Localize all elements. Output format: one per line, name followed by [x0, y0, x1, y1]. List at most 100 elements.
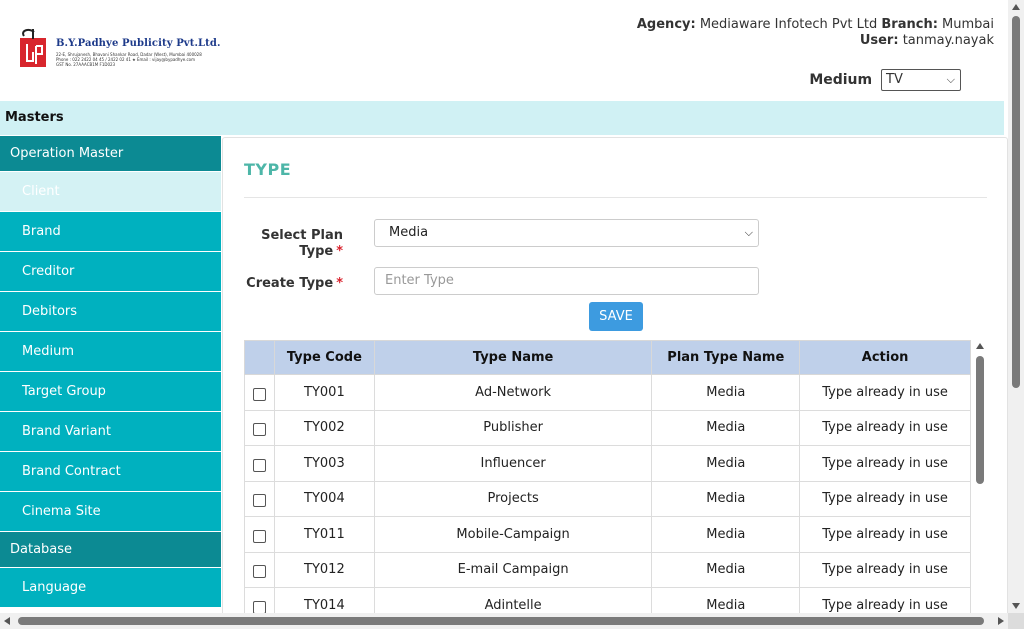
action-cell: Type already in use: [799, 516, 971, 553]
header: B.Y.Padhye Publicity Pvt.Ltd. 22-E, Shru…: [0, 0, 1008, 100]
column-header-type-code[interactable]: Type Code: [273, 340, 375, 375]
table-scrollbar[interactable]: [973, 340, 988, 616]
sidebar-item-brand[interactable]: Brand: [0, 212, 221, 252]
sidebar-section-operation-master[interactable]: Operation Master: [0, 136, 221, 172]
type-code-cell: TY001: [273, 374, 375, 411]
logo-company-name: B.Y.Padhye Publicity Pvt.Ltd.: [56, 38, 221, 49]
sidebar-item-medium[interactable]: Medium: [0, 332, 221, 372]
column-header-action[interactable]: Action: [799, 340, 971, 375]
row-checkbox[interactable]: [252, 387, 266, 401]
row-checkbox[interactable]: [252, 494, 266, 508]
save-button[interactable]: SAVE: [589, 302, 643, 331]
sidebar: Operation Master Client Brand Creditor D…: [0, 136, 221, 614]
branch-value: Mumbai: [942, 17, 994, 32]
action-cell: Type already in use: [799, 480, 971, 517]
column-header-plan-type-name[interactable]: Plan Type Name: [651, 340, 801, 375]
medium-select-value: TV: [886, 72, 903, 87]
type-code-cell: TY004: [273, 480, 375, 517]
row-checkbox[interactable]: [252, 458, 266, 472]
create-type-label: Create Type *: [243, 276, 343, 292]
table-row: TY011 Mobile-Campaign Media Type already…: [244, 516, 971, 553]
vertical-scrollbar-thumb[interactable]: [1012, 16, 1020, 388]
scroll-up-icon[interactable]: [1012, 4, 1020, 10]
page: B.Y.Padhye Publicity Pvt.Ltd. 22-E, Shru…: [0, 0, 1024, 629]
plan-type-select[interactable]: Media ⌵: [374, 219, 759, 247]
medium-select[interactable]: TV ⌵: [881, 69, 961, 91]
table-row: TY002 Publisher Media Type already in us…: [244, 409, 971, 446]
sidebar-item-target-group[interactable]: Target Group: [0, 372, 221, 412]
table-header-row: Type Code Type Name Plan Type Name Actio…: [244, 340, 971, 375]
agency-value: Mediaware Infotech Pvt Ltd: [699, 17, 878, 32]
scroll-right-icon[interactable]: [998, 617, 1004, 625]
sidebar-item-cinema-site[interactable]: Cinema Site: [0, 492, 221, 532]
type-code-cell: TY003: [273, 445, 375, 482]
page-title: TYPE: [244, 160, 292, 179]
title-divider: [244, 197, 987, 198]
user-value: tanmay.nayak: [902, 33, 994, 48]
action-cell: Type already in use: [799, 445, 971, 482]
action-cell: Type already in use: [799, 409, 971, 446]
agency-label: Agency:: [636, 17, 696, 32]
main-panel: TYPE Select Plan Type * Media ⌵ Create Ty…: [222, 137, 1008, 617]
sidebar-item-creditor[interactable]: Creditor: [0, 252, 221, 292]
table-row: TY001 Ad-Network Media Type already in u…: [244, 374, 971, 411]
medium-selector: Medium TV ⌵: [809, 69, 961, 91]
row-checkbox[interactable]: [252, 600, 266, 614]
table-row: TY004 Projects Media Type already in use: [244, 480, 971, 517]
table-scrollbar-thumb[interactable]: [976, 356, 984, 484]
plan-type-cell: Media: [651, 551, 801, 588]
row-checkbox[interactable]: [252, 565, 266, 579]
action-cell: Type already in use: [799, 374, 971, 411]
horizontal-scrollbar-thumb[interactable]: [18, 617, 984, 625]
type-name-cell: Publisher: [373, 409, 653, 446]
create-type-label-text: Create Type: [246, 276, 334, 291]
medium-label: Medium: [809, 72, 873, 88]
logo-gst: GST No. 27AAACB1M F1D023: [56, 62, 116, 67]
sidebar-item-brand-contract[interactable]: Brand Contract: [0, 452, 221, 492]
sidebar-item-client[interactable]: Client: [0, 172, 221, 212]
type-code-cell: TY012: [273, 551, 375, 588]
logo-mark-icon: [20, 28, 46, 67]
type-name-cell: Projects: [373, 480, 653, 517]
plan-type-cell: Media: [651, 516, 801, 553]
row-checkbox[interactable]: [252, 423, 266, 437]
select-plan-type-label: Select Plan Type *: [243, 228, 343, 260]
agency-info: Agency: Mediaware Infotech Pvt Ltd Branc…: [637, 17, 994, 49]
table-row: TY012 E-mail Campaign Media Type already…: [244, 551, 971, 588]
plan-type-cell: Media: [651, 480, 801, 517]
plan-type-cell: Media: [651, 409, 801, 446]
create-type-input[interactable]: Enter Type: [374, 267, 759, 295]
type-name-cell: Ad-Network: [373, 374, 653, 411]
action-cell: Type already in use: [799, 551, 971, 588]
company-logo: B.Y.Padhye Publicity Pvt.Ltd. 22-E, Shru…: [16, 24, 220, 70]
select-column-header: [244, 340, 275, 375]
sidebar-item-brand-variant[interactable]: Brand Variant: [0, 412, 221, 452]
plan-type-select-value: Media: [389, 225, 429, 240]
chevron-down-icon: ⌵: [744, 226, 753, 239]
masters-bar: Masters: [0, 101, 1004, 135]
sidebar-item-language[interactable]: Language: [0, 568, 221, 608]
page-horizontal-scrollbar[interactable]: [0, 613, 1008, 629]
branch-label: Branch:: [881, 17, 938, 32]
scrollbar-corner: [1008, 613, 1024, 629]
select-plan-type-label-text: Select Plan Type: [261, 228, 343, 259]
scroll-left-icon[interactable]: [4, 617, 10, 625]
chevron-down-icon: ⌵: [946, 73, 955, 86]
sidebar-section-database[interactable]: Database: [0, 532, 221, 568]
row-checkbox[interactable]: [252, 529, 266, 543]
plan-type-cell: Media: [651, 374, 801, 411]
type-name-cell: Influencer: [373, 445, 653, 482]
page-vertical-scrollbar[interactable]: [1008, 0, 1024, 613]
scroll-up-icon[interactable]: [976, 343, 984, 349]
type-code-cell: TY011: [273, 516, 375, 553]
sidebar-item-debitors[interactable]: Debitors: [0, 292, 221, 332]
plan-type-cell: Media: [651, 445, 801, 482]
required-mark: *: [336, 276, 343, 291]
scroll-down-icon[interactable]: [1012, 603, 1020, 609]
column-header-type-name[interactable]: Type Name: [373, 340, 653, 375]
table-row: TY003 Influencer Media Type already in u…: [244, 445, 971, 482]
type-table-container: Type Code Type Name Plan Type Name Actio…: [244, 340, 988, 616]
user-label: User:: [859, 33, 899, 48]
required-mark: *: [336, 244, 343, 259]
type-name-cell: Mobile-Campaign: [373, 516, 653, 553]
